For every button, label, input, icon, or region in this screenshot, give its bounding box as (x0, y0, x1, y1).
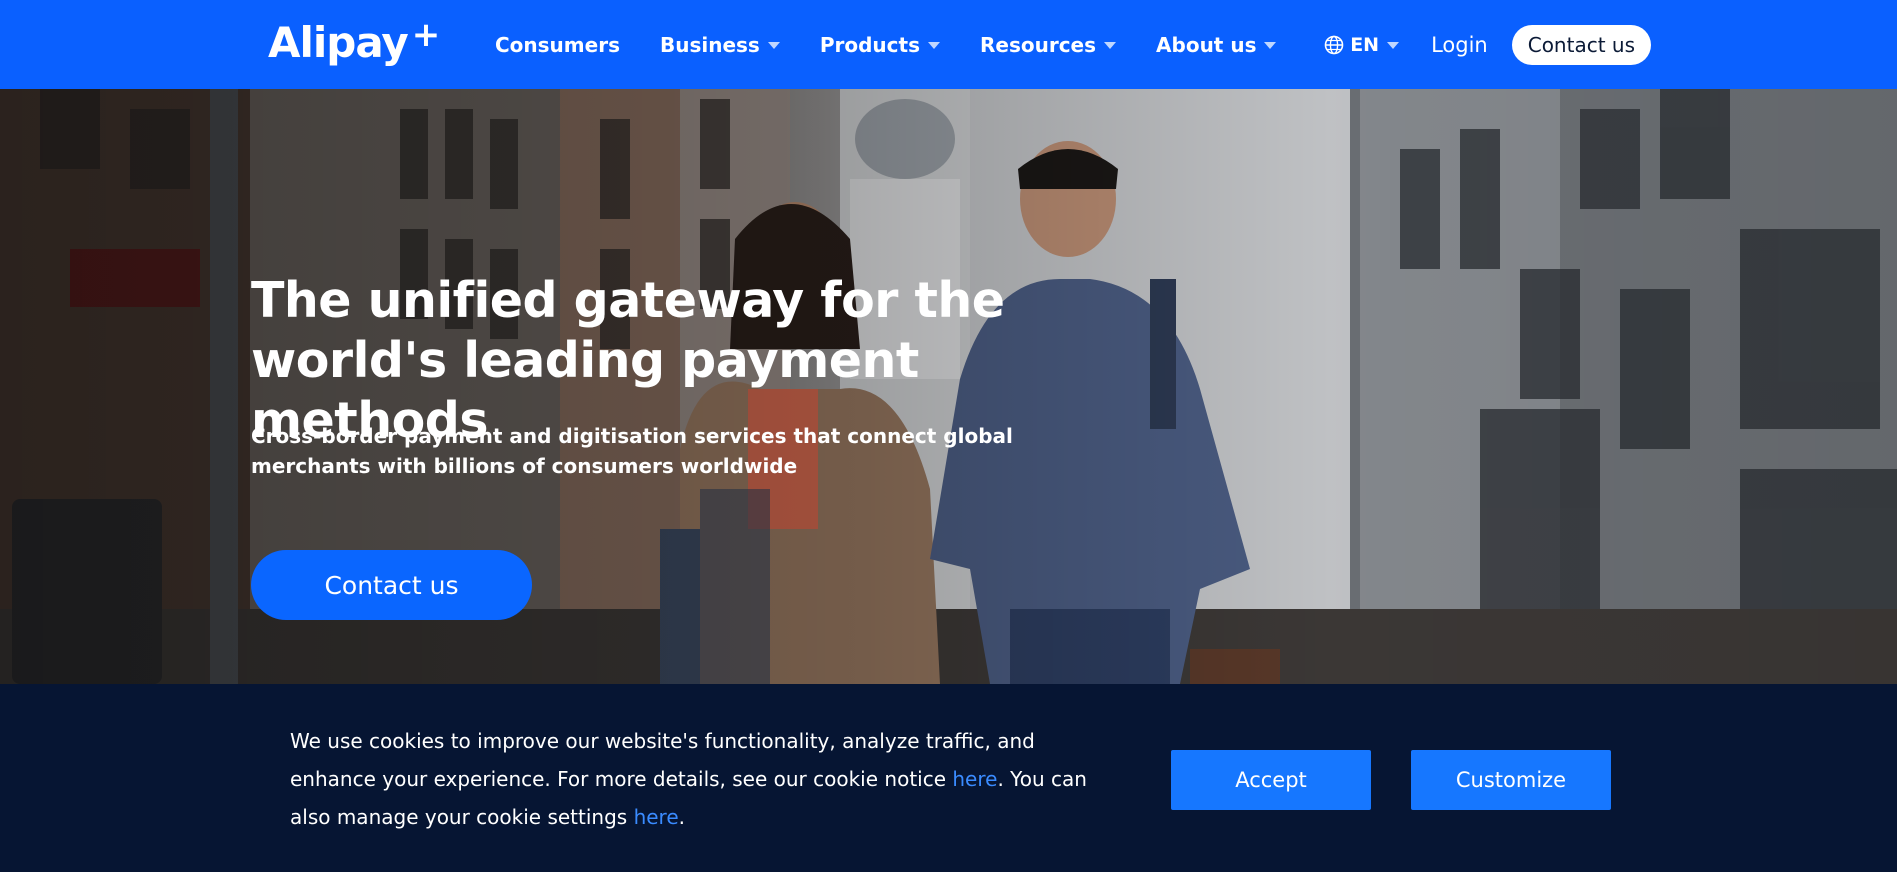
nav-item-label: Consumers (495, 32, 620, 57)
nav-item-label: Resources (979, 32, 1097, 57)
main-nav: Consumers Business Products Resources Ab… (495, 0, 1316, 89)
logo-plus-mark: + (411, 15, 440, 55)
hero-subtitle: Cross-border payment and digitisation se… (251, 424, 1013, 478)
nav-item-resources[interactable]: Resources (979, 0, 1117, 89)
nav-actions: EN Login Contact us (1324, 0, 1651, 89)
contact-us-hero-button[interactable]: Contact us (251, 550, 532, 620)
login-link[interactable]: Login (1431, 33, 1488, 57)
nav-item-label: Business (659, 32, 760, 57)
logo-text: Alipay (268, 17, 409, 67)
chevron-down-icon (1387, 42, 1400, 49)
chevron-down-icon (1264, 42, 1277, 49)
nav-item-about-us[interactable]: About us (1156, 0, 1277, 89)
cookie-notice-text: We use cookies to improve our website's … (290, 722, 1110, 836)
alipay-plus-logo[interactable]: Alipay + (268, 15, 440, 67)
nav-item-products[interactable]: Products (820, 0, 940, 89)
language-selector[interactable]: EN (1324, 33, 1400, 56)
language-label: EN (1350, 33, 1380, 56)
cookie-text-part: We use cookies to improve our website's … (290, 729, 1035, 791)
nav-item-business[interactable]: Business (660, 0, 780, 89)
hero-section: The unified gateway for the world's lead… (0, 89, 1897, 684)
cookie-banner: We use cookies to improve our website's … (0, 684, 1897, 872)
globe-icon (1324, 35, 1344, 54)
contact-us-nav-button[interactable]: Contact us (1511, 24, 1651, 65)
cookie-text-part: . (678, 805, 686, 829)
nav-item-label: Products (819, 32, 920, 57)
chevron-down-icon (1104, 42, 1117, 49)
chevron-down-icon (927, 42, 940, 49)
nav-item-label: About us (1156, 32, 1257, 57)
accept-cookies-button[interactable]: Accept (1171, 750, 1371, 810)
customize-cookies-button[interactable]: Customize (1411, 750, 1611, 810)
cookie-notice-link[interactable]: here (952, 767, 997, 791)
top-navigation-bar: Alipay + Consumers Business Products Reso… (0, 0, 1897, 89)
cookie-settings-link[interactable]: here (634, 805, 679, 829)
nav-item-consumers[interactable]: Consumers (495, 0, 620, 89)
chevron-down-icon (767, 42, 780, 49)
